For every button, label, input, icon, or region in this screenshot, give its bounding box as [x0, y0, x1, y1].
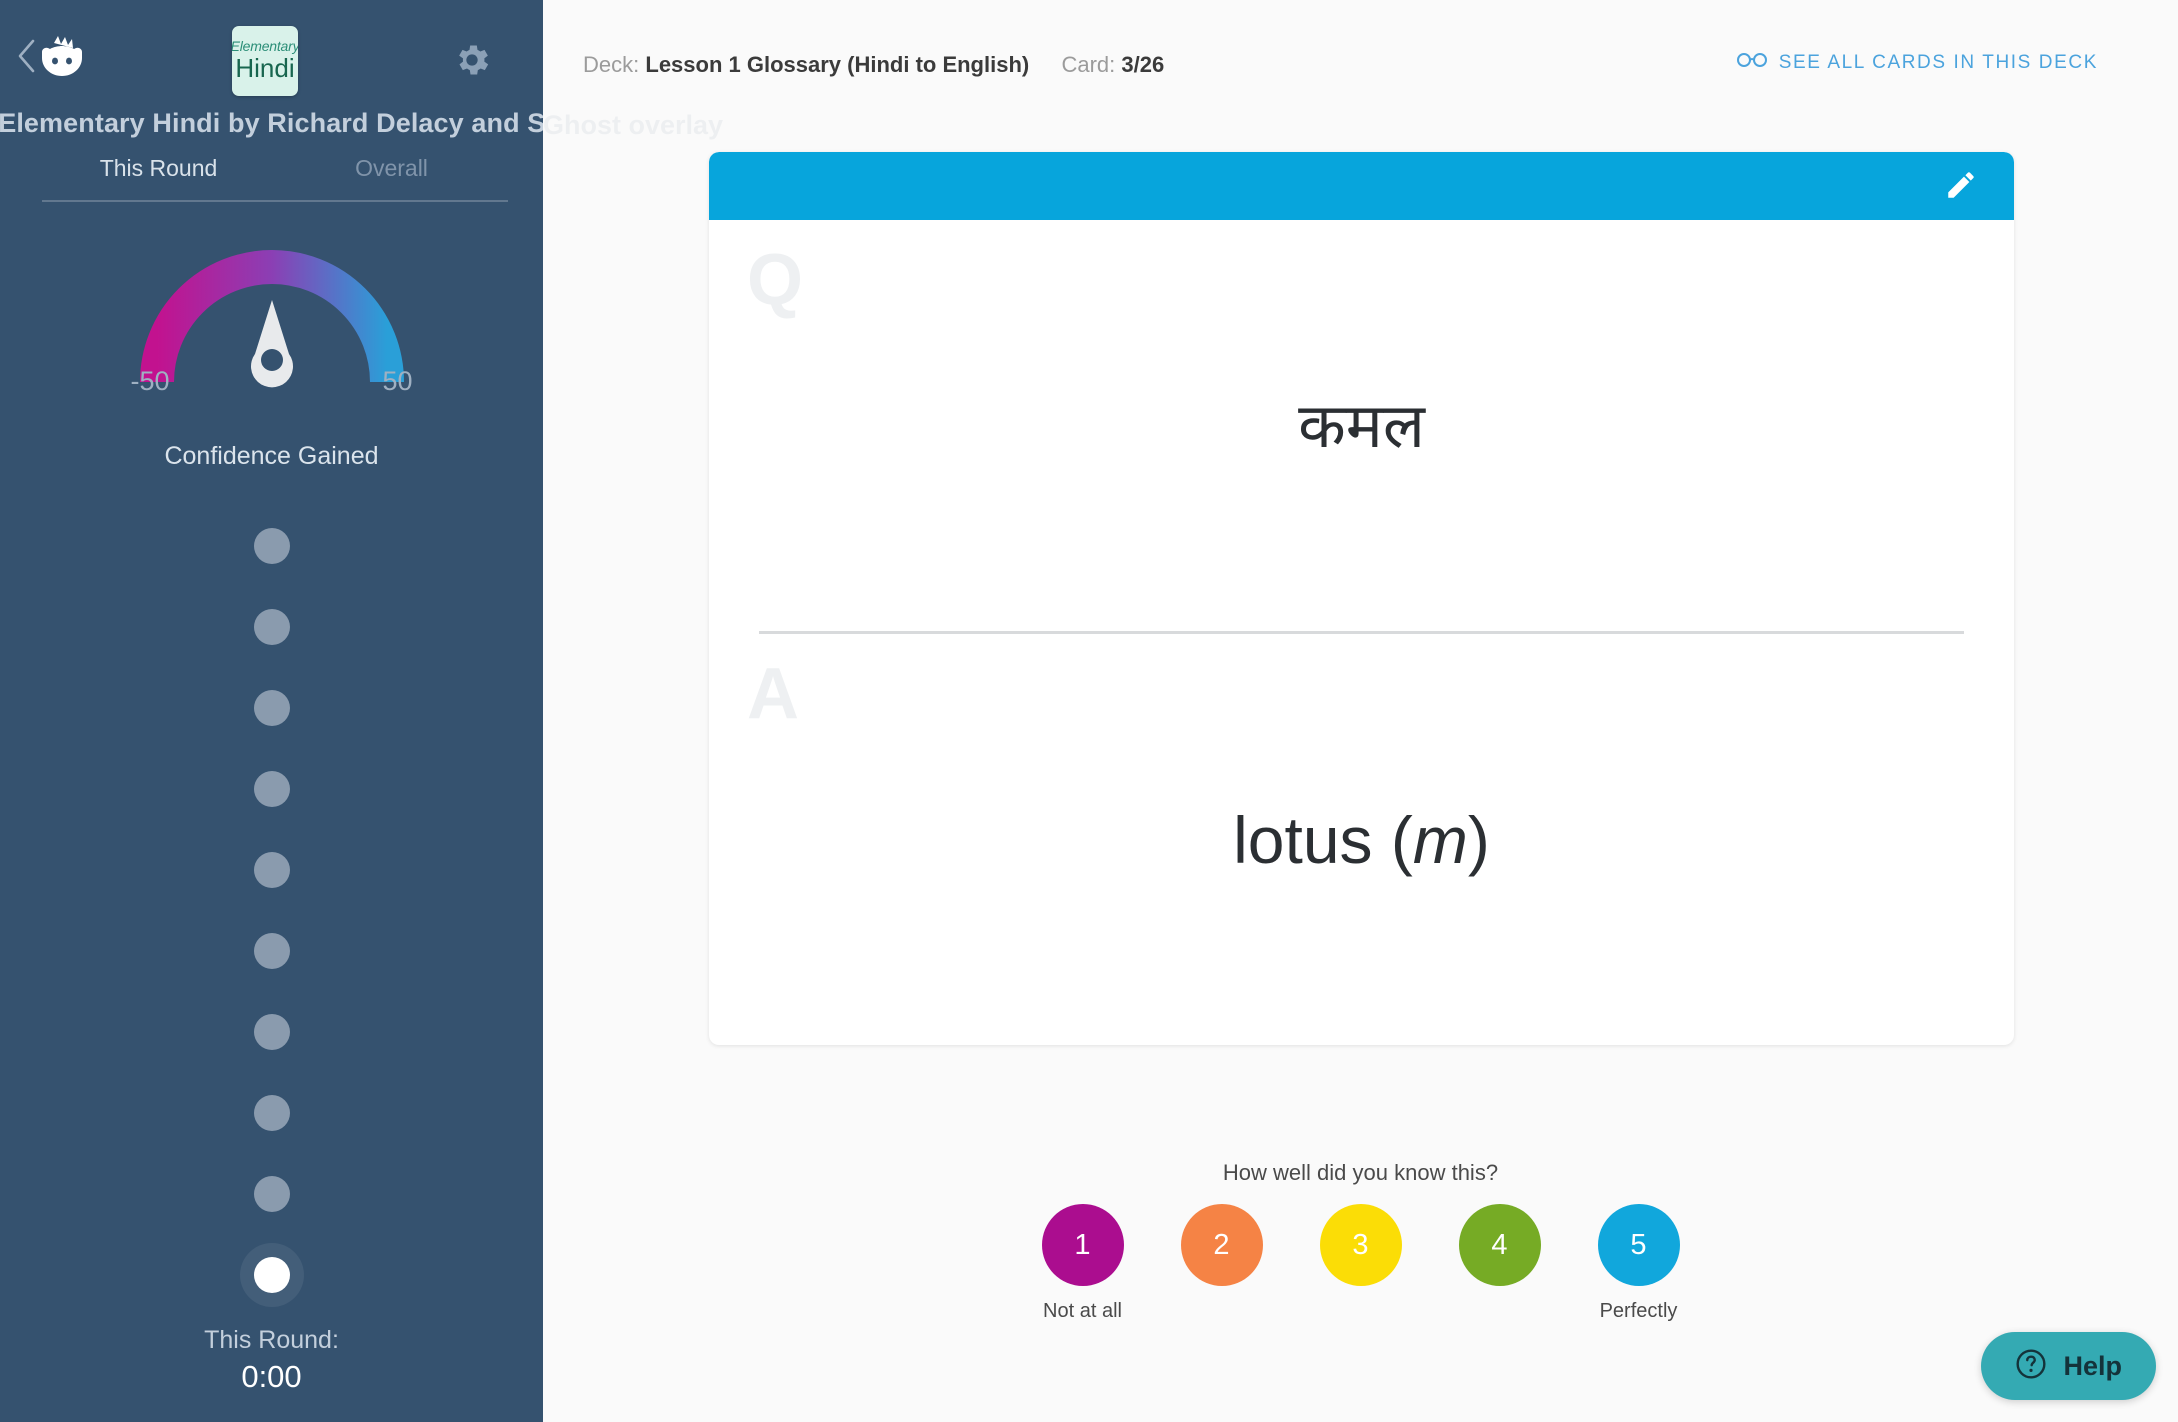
- gauge-needle: [250, 300, 293, 388]
- progress-dot: [253, 851, 290, 888]
- gauge-min-label: -50: [130, 366, 170, 396]
- deck-name-label: Lesson 1 Glossary (Hindi to English): [645, 52, 1030, 77]
- sidebar-tabs: This Round Overall: [42, 155, 508, 200]
- progress-dot-slot: [242, 748, 302, 829]
- progress-dot-slot: [242, 1234, 302, 1315]
- rating-option: 2: [1176, 1204, 1268, 1324]
- question-circle-icon: [2015, 1348, 2047, 1385]
- deck-cover-logo[interactable]: Elementary Hindi: [232, 26, 298, 96]
- progress-dot: [253, 689, 290, 726]
- question-text: कमल: [1298, 388, 1425, 462]
- round-timer-value: 0:00: [241, 1359, 302, 1394]
- brainscape-owl-logo[interactable]: [34, 36, 90, 82]
- tab-this-round[interactable]: This Round: [42, 155, 275, 200]
- confidence-gauge: -50 50: [131, 242, 413, 396]
- rating-button-3[interactable]: 3: [1319, 1204, 1402, 1286]
- help-label: Help: [2063, 1350, 2122, 1381]
- pencil-icon[interactable]: [1944, 168, 1978, 202]
- progress-dot: [253, 527, 290, 564]
- progress-dot-slot: [242, 829, 302, 910]
- answer-text: lotus (m): [1233, 802, 1490, 878]
- rating-option: 3: [1315, 1204, 1407, 1324]
- gear-icon[interactable]: [452, 40, 492, 80]
- answer-text-italic: m: [1412, 802, 1468, 877]
- question-marker: Q: [747, 240, 804, 320]
- rating-option: 5 Perfectly: [1593, 1204, 1685, 1324]
- card-position-label: 3/26: [1121, 52, 1165, 77]
- gauge-max-label: 50: [382, 366, 413, 396]
- deck-meta: Deck: Lesson 1 Glossary (Hindi to Englis…: [583, 52, 1164, 78]
- progress-dot-current: [253, 1256, 290, 1293]
- see-all-cards-link[interactable]: SEE ALL CARDS IN THIS DECK: [1736, 52, 2098, 74]
- confidence-gauge-section: -50 50 Confidence Gained: [0, 242, 543, 471]
- progress-dot-slot: [242, 1153, 302, 1234]
- card-prefix-label: Card:: [1061, 52, 1116, 77]
- help-button[interactable]: Help: [1981, 1332, 2156, 1400]
- answer-face: A lotus (m): [709, 634, 2014, 1045]
- rating-buttons-row: 1 Not at all 2 3 4 5 Perfectly: [1037, 1204, 1685, 1324]
- sidebar-topbar: Elementary Hindi: [0, 0, 543, 118]
- deck-cover-line2: Hindi: [235, 53, 295, 84]
- rating-prompt: How well did you know this?: [1222, 1160, 1499, 1185]
- deck-prefix-label: Deck:: [583, 52, 640, 77]
- answer-marker: A: [747, 654, 799, 734]
- ghost-overlay-text: Ghost overlay: [543, 110, 724, 140]
- deck-cover-line1: Elementary: [232, 38, 298, 55]
- answer-text-main: lotus (: [1233, 802, 1413, 877]
- rating-button-5[interactable]: 5: [1597, 1204, 1680, 1286]
- question-face: Q कमल: [709, 220, 2014, 631]
- tabs-underline: [42, 200, 508, 202]
- progress-dot: [253, 1013, 290, 1050]
- progress-dot: [253, 932, 290, 969]
- app-root: Deck: Lesson 1 Glossary (Hindi to Englis…: [0, 0, 2178, 1422]
- rating-option: 4: [1454, 1204, 1546, 1324]
- rating-option: 1 Not at all: [1037, 1204, 1129, 1324]
- rating-button-1[interactable]: 1: [1041, 1204, 1124, 1286]
- tab-overall[interactable]: Overall: [275, 155, 508, 200]
- progress-dot-slot: [242, 991, 302, 1072]
- flashcard-header-bar: [709, 152, 2014, 220]
- progress-dot-slot: [242, 505, 302, 586]
- progress-dot: [253, 1094, 290, 1131]
- see-all-cards-label: SEE ALL CARDS IN THIS DECK: [1778, 52, 2098, 73]
- sidebar: Elementary Hindi r Elementary Hindi by R…: [0, 0, 543, 1422]
- rating-caption: Perfectly: [1599, 1300, 1678, 1322]
- main-header: Deck: Lesson 1 Glossary (Hindi to Englis…: [543, 0, 2178, 140]
- rating-caption: Not at all: [1043, 1300, 1122, 1322]
- progress-dot: [253, 608, 290, 645]
- gauge-caption: Confidence Gained: [164, 442, 379, 470]
- progress-dot: [253, 770, 290, 807]
- progress-dot-slot: [242, 586, 302, 667]
- round-timer: This Round: 0:00: [0, 1326, 543, 1395]
- sidebar-deck-title: r Elementary Hindi by Richard Delacy and…: [0, 108, 543, 138]
- progress-dots: [0, 505, 543, 1315]
- progress-dot: [253, 1175, 290, 1212]
- rating-section: How well did you know this? 1 Not at all 2…: [543, 1160, 2178, 1324]
- rating-button-2[interactable]: 2: [1180, 1204, 1263, 1286]
- round-timer-label: This Round:: [204, 1326, 339, 1354]
- progress-dot-slot: [242, 1072, 302, 1153]
- glasses-icon: [1736, 52, 1767, 74]
- rating-button-4[interactable]: 4: [1458, 1204, 1541, 1286]
- flashcard: Q कमल A lotus (m): [709, 152, 2014, 1045]
- progress-dot-slot: [242, 910, 302, 991]
- progress-dot-slot: [242, 667, 302, 748]
- answer-text-tail: ): [1467, 802, 1490, 877]
